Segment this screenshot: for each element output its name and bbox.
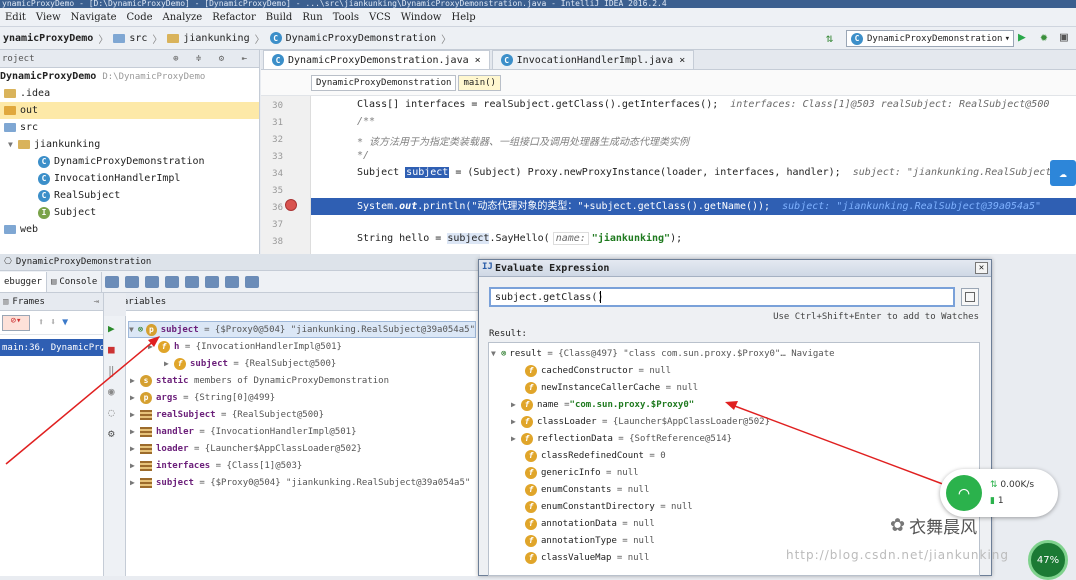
- traffic-icon: ⇅: [990, 480, 998, 490]
- arrow-line-left: [5, 339, 156, 465]
- arrow-line-right: [731, 404, 949, 487]
- wechat-icon: ✿: [890, 515, 906, 536]
- arrowhead-left: [148, 336, 160, 347]
- battery-badge: 47%: [1028, 540, 1068, 580]
- network-speed-widget[interactable]: ◠ ⇅ 0.00K/s ▮ 1: [940, 469, 1058, 517]
- wifi-icon: ◠: [946, 475, 982, 511]
- device-icon: ▮: [990, 496, 995, 506]
- watermark-text: 衣舞晨风: [909, 518, 978, 538]
- annotation-arrows: [5, 336, 949, 487]
- network-info: ⇅ 0.00K/s ▮ 1: [990, 477, 1034, 509]
- arrowhead-right: [725, 401, 738, 410]
- network-speed: 0.00K/s: [1000, 480, 1035, 490]
- watermark-url: http://blog.csdn.net/jiankunking: [786, 548, 1010, 562]
- watermark: ✿ 衣舞晨风: [890, 513, 977, 538]
- device-count: 1: [997, 496, 1004, 506]
- battery-level: 47%: [1036, 554, 1060, 566]
